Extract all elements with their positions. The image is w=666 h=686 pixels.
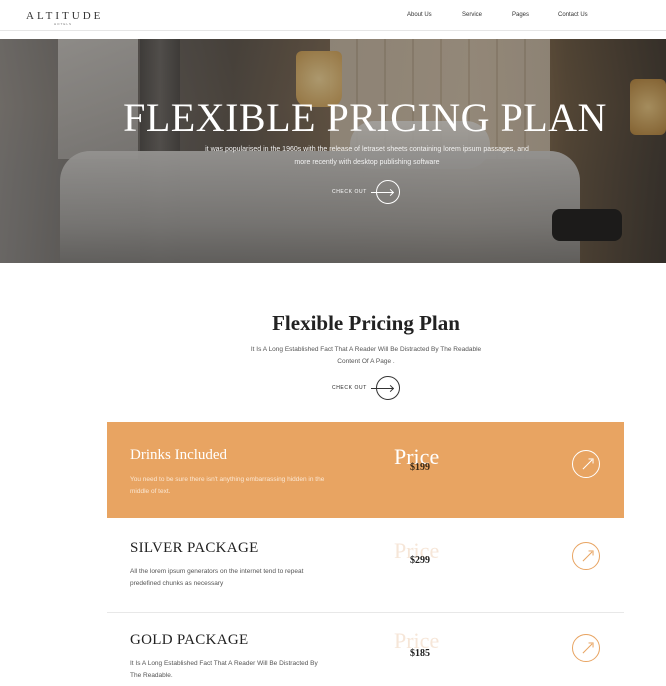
package-select-button[interactable] [572,634,600,662]
top-navigation: ALTITUDE HOTELS About Us Service Pages C… [0,0,666,31]
package-card-gold: GOLD PACKAGE It Is A Long Established Fa… [107,614,624,686]
package-title: Drinks Included [130,447,228,463]
logo-text: ALTITUDE [26,10,104,22]
price-value: $299 [410,555,430,566]
section-title: Flexible Pricing Plan [272,311,460,335]
section-cta-label: CHECK OUT [332,385,367,391]
package-card-silver: SILVER PACKAGE All the lorem ipsum gener… [107,518,624,613]
package-title: SILVER PACKAGE [130,540,259,556]
section-subtitle: It Is A Long Established Fact That A Rea… [250,346,482,365]
nav-link-service[interactable]: Service [462,12,482,18]
package-description: You need to be sure there isn't anything… [130,476,325,495]
hero-description: it was popularised in the 1960s with the… [205,146,529,166]
package-description: It Is A Long Established Fact That A Rea… [130,660,318,679]
price-value: $185 [410,648,430,659]
nav-link-about[interactable]: About Us [407,12,432,18]
logo-subtitle: HOTELS [54,22,73,26]
arrow-up-right-icon [582,643,593,654]
package-select-button[interactable] [572,542,600,570]
hero-cta-label: CHECK OUT [332,189,367,195]
nav-link-contact[interactable]: Contact Us [558,12,588,18]
package-title: GOLD PACKAGE [130,632,249,648]
price-value: $199 [410,462,430,473]
package-select-button[interactable] [572,450,600,478]
hero-check-out-button[interactable]: CHECK OUT [332,180,400,204]
section-check-out-button[interactable]: CHECK OUT [332,376,400,400]
arrow-up-right-icon [582,459,593,470]
package-card-drinks: Drinks Included You need to be sure ther… [107,422,624,518]
hero-banner: FLEXIBLE PRICING PLAN it was popularised… [0,39,666,263]
package-description: All the lorem ipsum generators on the in… [130,568,304,587]
hero-title: FLEXIBLE PRICING PLAN [123,95,607,140]
site-logo[interactable]: ALTITUDE HOTELS [26,8,106,26]
arrow-up-right-icon [582,551,593,562]
nav-link-pages[interactable]: Pages [512,12,529,18]
arrow-right-icon [370,376,400,400]
arrow-right-icon [370,180,400,204]
